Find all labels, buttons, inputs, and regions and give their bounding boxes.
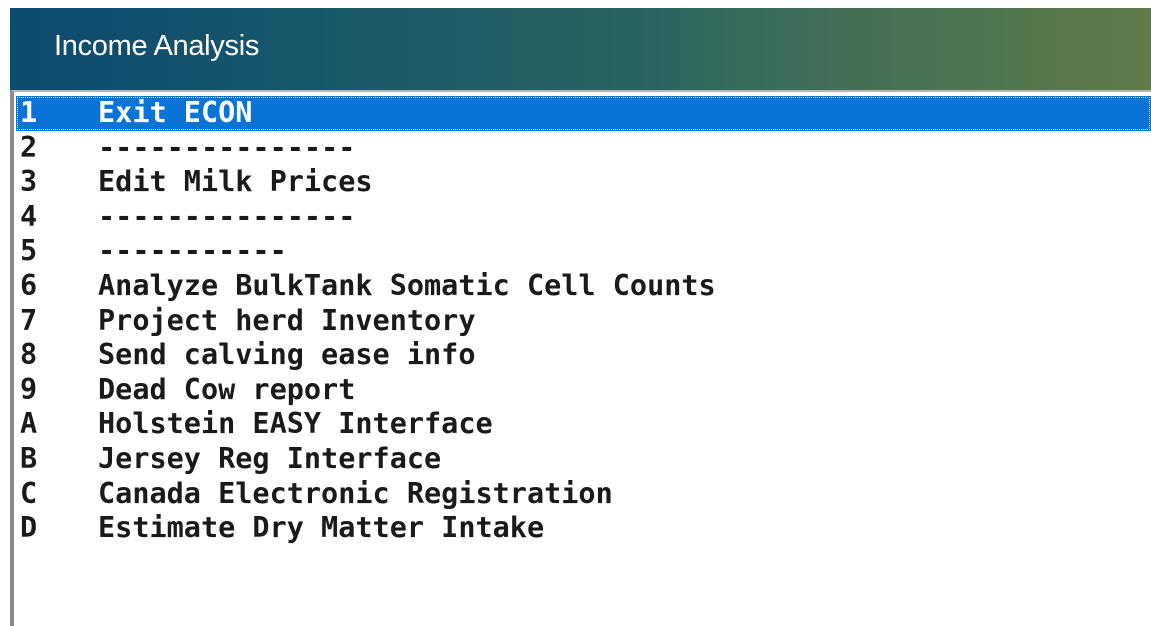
menu-item-4[interactable]: 4 ---------------: [16, 200, 1151, 235]
menu-item-5[interactable]: 5 -----------: [16, 234, 1151, 269]
window-title: Income Analysis: [54, 30, 260, 62]
menu-item-2[interactable]: 2 ---------------: [16, 131, 1151, 166]
menu-item-label: ---------------: [98, 199, 356, 233]
menu-item-key: C: [20, 476, 38, 510]
menu-item-7[interactable]: 7 Project herd Inventory: [16, 304, 1151, 339]
menu-item-key: 7: [20, 303, 38, 337]
menu-item-key: 3: [20, 165, 38, 199]
menu-item-3[interactable]: 3 Edit Milk Prices: [16, 165, 1151, 200]
menu-item-d[interactable]: D Estimate Dry Matter Intake: [16, 511, 1151, 546]
menu-item-8[interactable]: 8 Send calving ease info: [16, 338, 1151, 373]
menu-item-label: Estimate Dry Matter Intake: [98, 511, 545, 545]
menu-item-key: 2: [20, 130, 38, 164]
menu-item-label: Canada Electronic Registration: [98, 476, 613, 510]
menu-item-key: 9: [20, 372, 38, 406]
menu-item-1[interactable]: 1 Exit ECON: [16, 96, 1151, 131]
menu-item-key: B: [20, 441, 38, 475]
menu-item-9[interactable]: 9 Dead Cow report: [16, 373, 1151, 408]
income-analysis-window: Income Analysis 1 Exit ECON 2 -------------…: [0, 0, 1151, 626]
menu-item-a[interactable]: A Holstein EASY Interface: [16, 407, 1151, 442]
menu-item-label: Send calving ease info: [98, 338, 476, 372]
menu-item-6[interactable]: 6 Analyze BulkTank Somatic Cell Counts: [16, 269, 1151, 304]
menu-item-key: 4: [20, 199, 38, 233]
menu-item-c[interactable]: C Canada Electronic Registration: [16, 477, 1151, 512]
menu-item-key: 5: [20, 234, 38, 268]
menu-item-key: A: [20, 407, 38, 441]
menu-item-label: Exit ECON: [98, 96, 253, 129]
menu-item-key: 8: [20, 338, 38, 372]
menu-item-label: Jersey Reg Interface: [98, 441, 442, 475]
menu-item-label: Holstein EASY Interface: [98, 407, 493, 441]
title-bar: Income Analysis: [10, 8, 1151, 90]
menu-item-label: Edit Milk Prices: [98, 165, 373, 199]
menu-item-label: -----------: [98, 234, 287, 268]
menu-item-label: ---------------: [98, 130, 356, 164]
menu-item-key: 1: [20, 96, 38, 129]
menu-item-label: Analyze BulkTank Somatic Cell Counts: [98, 268, 716, 302]
menu-item-label: Project herd Inventory: [98, 303, 476, 337]
menu-listbox[interactable]: 1 Exit ECON 2 --------------- 3 Edit Milk Pri…: [10, 90, 1151, 626]
menu-item-key: D: [20, 511, 38, 545]
menu-item-b[interactable]: B Jersey Reg Interface: [16, 442, 1151, 477]
menu-item-key: 6: [20, 268, 38, 302]
menu-item-label: Dead Cow report: [98, 372, 356, 406]
menu-list: 1 Exit ECON 2 --------------- 3 Edit Milk Pri…: [16, 96, 1151, 546]
